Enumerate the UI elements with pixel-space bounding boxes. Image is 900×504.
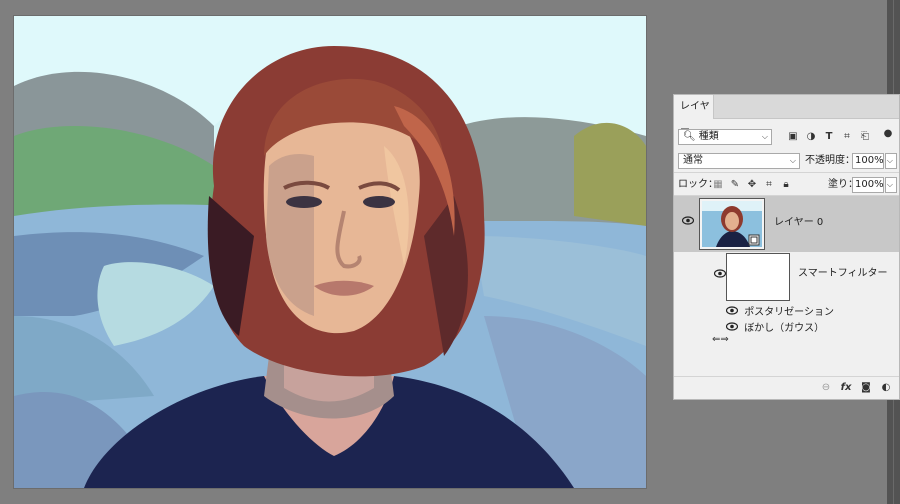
shape-filter-icon[interactable]: ⌗ [841, 131, 853, 143]
layer-thumbnail-image [702, 201, 762, 247]
filter-item-posterize[interactable]: ポスタリゼーション [725, 303, 834, 318]
layer-row-layer-0[interactable]: レイヤー 0 [674, 196, 899, 252]
link-layers-icon[interactable]: ⊖ [820, 382, 832, 394]
filter-toggle-icon[interactable]: ● [882, 128, 894, 140]
filter-kind-value: 種類 [698, 131, 719, 142]
image-filter-icon[interactable]: ▣ [787, 131, 799, 143]
posterized-portrait-image [14, 16, 646, 488]
chevron-down-icon: ⌵ [789, 156, 796, 165]
fill-input[interactable]: 100% [852, 177, 884, 193]
filter-name: ぼかし（ガウス） [744, 323, 825, 334]
fill-dropdown[interactable]: ⌵ [885, 177, 897, 193]
lock-transparent-icon[interactable]: ▦ [712, 179, 724, 191]
chevron-down-icon: ⌵ [886, 156, 893, 165]
visibility-eye-icon[interactable] [725, 306, 739, 315]
layer-thumbnail[interactable] [699, 198, 765, 250]
panel-bottom-toolbar: ⊖ fx ◙ ◐ [674, 376, 899, 399]
link-arrow-icon: ⇐⇒ [712, 334, 729, 345]
lock-all-icon[interactable]: 🔒︎ [780, 179, 792, 191]
blend-opacity-row: 通常 ⌵ 不透明度： 100% ⌵ [674, 150, 899, 173]
smart-filters-group: スマートフィルター ポスタリゼーション ぼかし（ガウス） ⇐⇒ [674, 253, 899, 345]
layer-name[interactable]: レイヤー 0 [774, 216, 823, 230]
lock-artboard-icon[interactable]: ⌗ [763, 179, 775, 191]
layers-panel: レイヤー 🔍︎種類⌵ ▣ ◑ T ⌗ ⎗ ● 通常⌵ 不透明度： 100% ⌵ … [673, 94, 900, 400]
opacity-dropdown[interactable]: ⌵ [885, 153, 897, 169]
new-adjustment-icon[interactable]: ◐ [880, 382, 892, 394]
smart-filter-mask-thumbnail[interactable] [726, 253, 790, 301]
type-filter-icon[interactable]: T [823, 131, 835, 143]
filter-name: ポスタリゼーション [744, 307, 834, 318]
chevron-down-icon: ⌵ [886, 180, 893, 189]
visibility-eye-icon[interactable] [713, 269, 727, 281]
smart-object-filter-icon[interactable]: ⎗ [859, 131, 871, 143]
document-canvas[interactable] [14, 16, 646, 488]
filter-kind-select[interactable]: 🔍︎ 種類 ⌵ [678, 129, 772, 145]
tab-layers[interactable]: レイヤー [674, 95, 714, 136]
search-icon: 🔍︎ [683, 131, 696, 142]
opacity-input[interactable]: 100% [852, 153, 884, 169]
filter-item-gaussian-blur[interactable]: ぼかし（ガウス） [725, 319, 825, 334]
adjustment-filter-icon[interactable]: ◑ [805, 131, 817, 143]
layer-filter-row: 🔍︎ 種類 ⌵ ▣ ◑ T ⌗ ⎗ ● [674, 126, 899, 148]
lock-fill-row: ロック： ▦ ✎ ✥ ⌗ 🔒︎ 塗り： 100% ⌵ [674, 175, 899, 196]
fx-icon[interactable]: fx [840, 382, 852, 394]
lock-position-icon[interactable]: ✥ [746, 179, 758, 191]
lock-image-icon[interactable]: ✎ [729, 179, 741, 191]
chevron-down-icon: ⌵ [761, 132, 768, 141]
visibility-eye-icon[interactable] [725, 322, 739, 331]
add-mask-icon[interactable]: ◙ [860, 382, 872, 394]
smart-filter-label[interactable]: スマートフィルター [798, 267, 888, 281]
opacity-label: 不透明度： [805, 155, 855, 166]
blend-mode-value: 通常 [683, 155, 703, 166]
visibility-eye-icon[interactable] [681, 216, 695, 228]
blend-mode-select[interactable]: 通常 ⌵ [678, 153, 800, 169]
